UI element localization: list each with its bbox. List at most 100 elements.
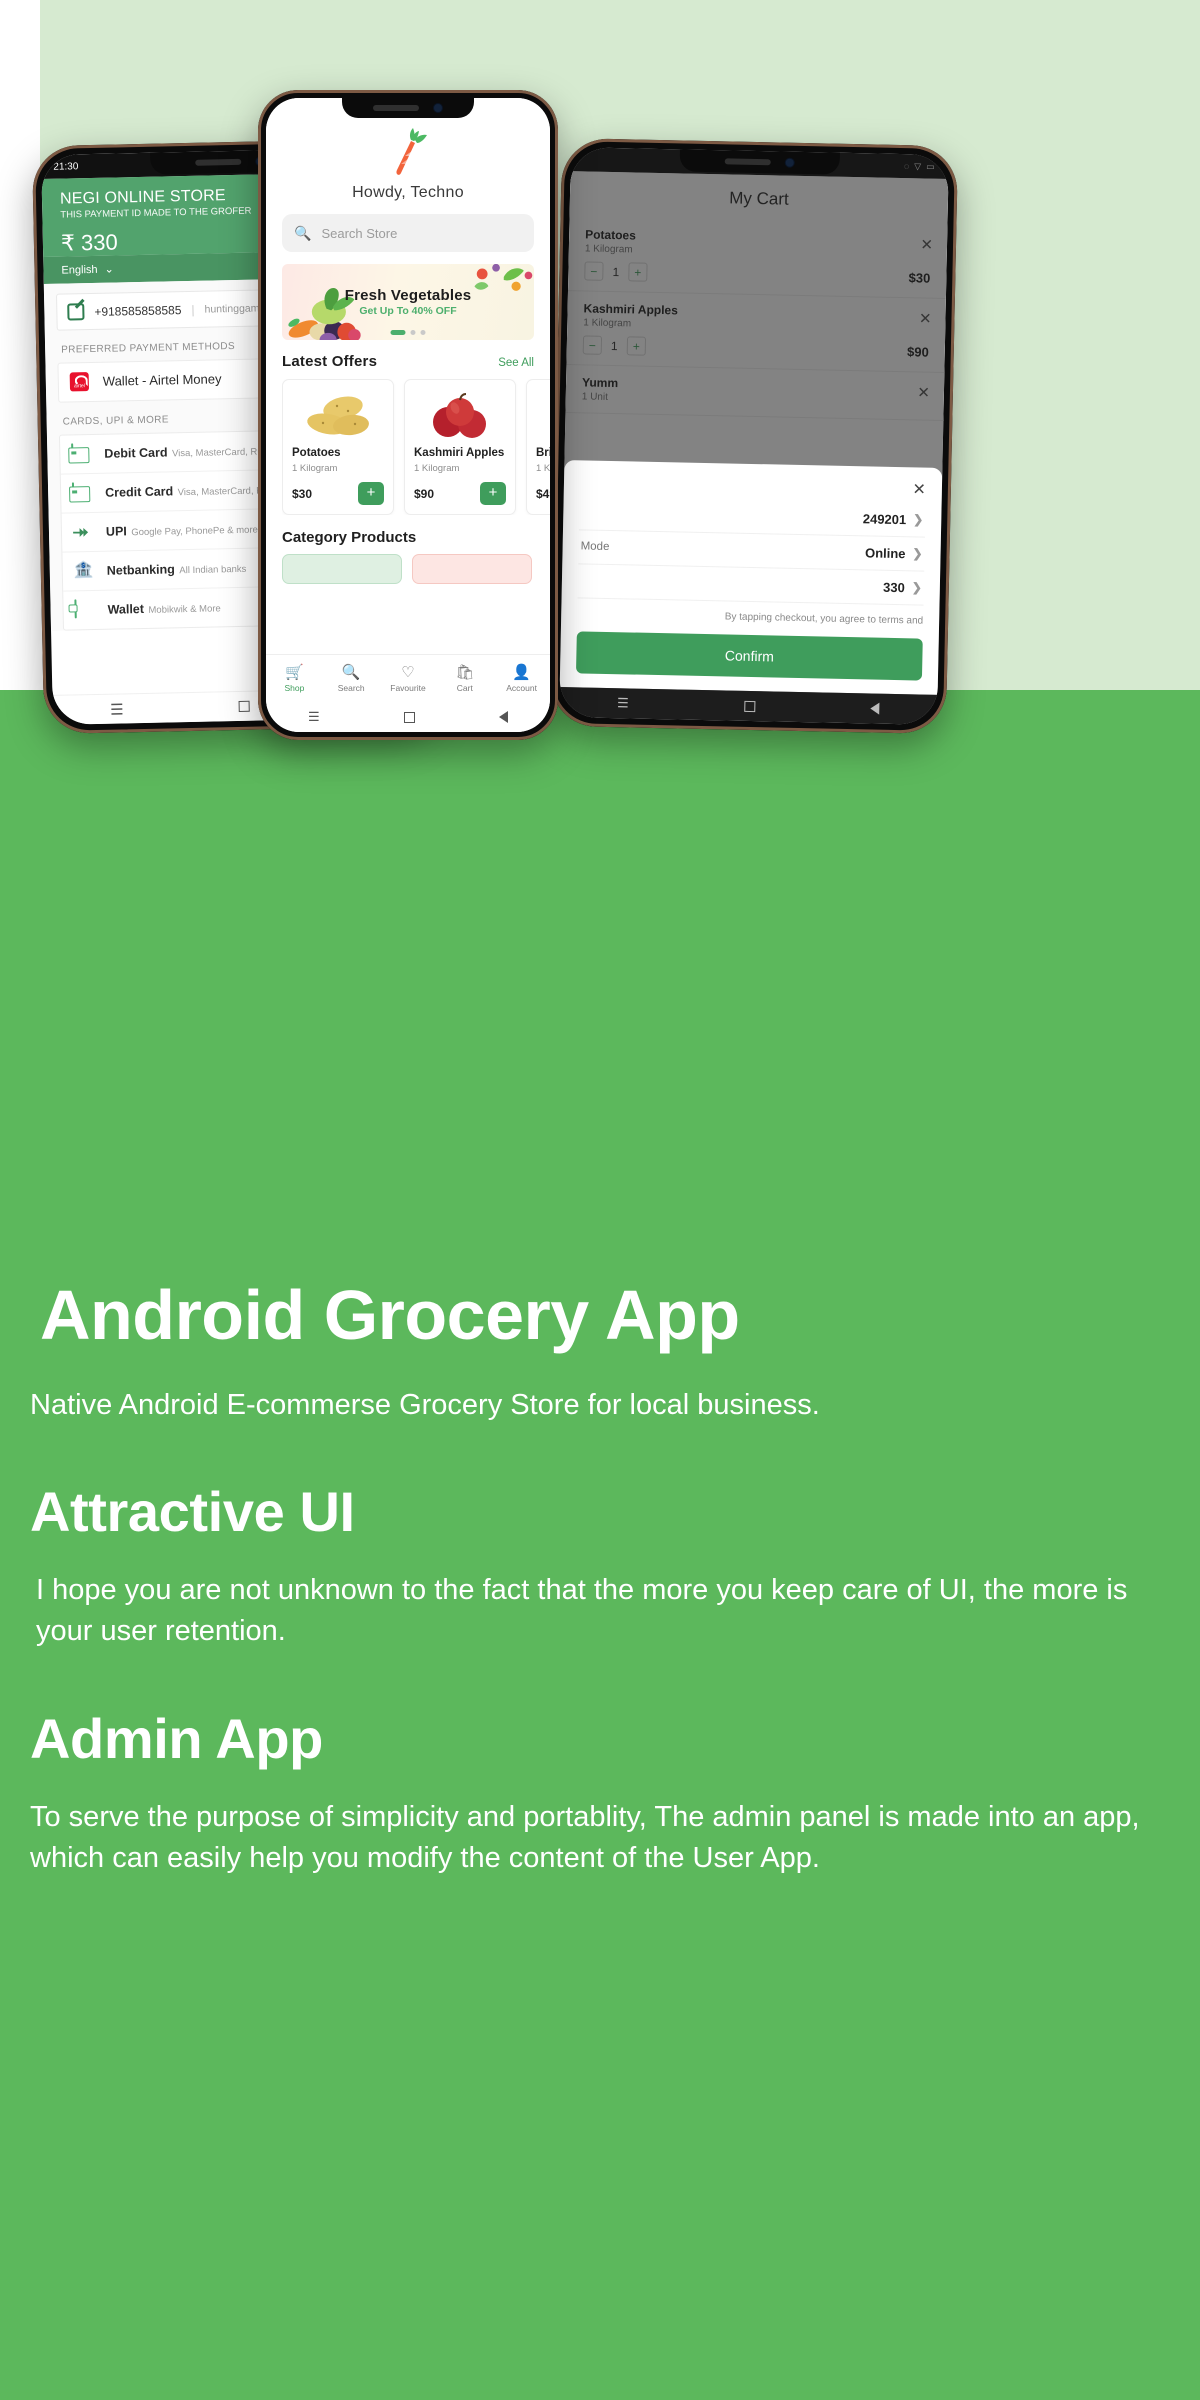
category-chips-row[interactable]: [282, 554, 550, 584]
store-phone-screen: Howdy, Techno 🔍 Search Store: [266, 98, 550, 732]
camera-icon: [785, 158, 795, 168]
banner-dot[interactable]: [421, 330, 426, 335]
checkout-row-value: 330: [883, 579, 905, 594]
nav-label: Cart: [436, 683, 493, 693]
carrot-icon: [385, 128, 431, 178]
category-chip[interactable]: [282, 554, 402, 584]
method-sub: Google Pay, PhonePe & more: [131, 525, 258, 539]
cart-phone-screen: ◌ ▽ ▭ My Cart ✕ Potatoes 1 Kilogram − 1 …: [559, 147, 949, 725]
product-name: Brinjal: [536, 446, 550, 461]
add-to-cart-button[interactable]: +: [480, 482, 506, 505]
search-placeholder: Search Store: [321, 226, 397, 241]
contact-separator: |: [191, 302, 194, 316]
speaker-icon: [373, 105, 419, 111]
method-sub: Mobikwik & More: [148, 603, 221, 616]
product-name: Kashmiri Apples: [414, 446, 506, 461]
offers-carousel[interactable]: Potatoes 1 Kilogram $30 +: [282, 379, 550, 515]
product-card[interactable]: Potatoes 1 Kilogram $30 +: [282, 379, 394, 515]
store-phone-mockup: Howdy, Techno 🔍 Search Store: [258, 90, 558, 740]
section-title-admin-app: Admin App: [30, 1706, 1170, 1771]
latest-offers-header: Latest Offers See All: [282, 353, 534, 370]
vegetables-splash-image: [466, 264, 534, 314]
method-label: Wallet: [107, 602, 144, 617]
search-icon: 🔍: [323, 664, 380, 681]
nav-item-favourite[interactable]: ♡ Favourite: [380, 664, 437, 693]
bottom-navigation: 🛒 Shop 🔍 Search ♡ Favourite 🛍 Cart 👤 Acc…: [266, 654, 550, 702]
language-label: English: [61, 263, 97, 276]
banner-dot[interactable]: [411, 330, 416, 335]
chevron-right-icon: ❯: [912, 580, 922, 594]
banner-title: Fresh Vegetables: [345, 287, 472, 304]
heart-icon: ♡: [380, 664, 437, 681]
page-title: Android Grocery App: [40, 1280, 1170, 1351]
banner-dot-active[interactable]: [391, 330, 406, 335]
product-unit: 1 Kilogram: [536, 463, 550, 474]
checkout-row-total[interactable]: 330 ❯: [578, 564, 925, 605]
back-triangle-icon[interactable]: [870, 703, 879, 715]
menu-icon[interactable]: ☰: [308, 709, 320, 725]
product-image-brinjal: [536, 388, 550, 446]
bank-icon: 🏦: [74, 561, 96, 581]
hero-green-band: [0, 690, 1200, 1160]
card-icon: [71, 444, 93, 464]
speaker-icon: [195, 159, 241, 166]
nav-item-cart[interactable]: 🛍 Cart: [436, 664, 493, 693]
marketing-section: Android Grocery App Native Android E-com…: [0, 1160, 1200, 2400]
speaker-icon: [725, 158, 771, 165]
method-label: Debit Card: [104, 445, 167, 460]
product-unit: 1 Kilogram: [414, 463, 506, 474]
product-price: $49: [536, 487, 550, 501]
edit-icon[interactable]: [67, 303, 84, 320]
product-name: Potatoes: [292, 446, 384, 461]
nav-item-search[interactable]: 🔍 Search: [323, 664, 380, 693]
chevron-right-icon: ❯: [912, 546, 922, 560]
home-square-icon[interactable]: [404, 712, 415, 723]
banner-pagination-dots[interactable]: [391, 330, 426, 335]
phone-notch: [342, 98, 474, 118]
category-chip[interactable]: [412, 554, 532, 584]
method-label: Netbanking: [107, 562, 175, 577]
confirm-button[interactable]: Confirm: [576, 631, 923, 680]
see-all-link[interactable]: See All: [498, 357, 534, 369]
checkout-terms-text: By tapping checkout, you agree to terms …: [577, 607, 923, 628]
intro-paragraph: Native Android E-commerse Grocery Store …: [30, 1385, 1170, 1426]
section-title-attractive-ui: Attractive UI: [30, 1479, 1170, 1544]
product-unit: 1 Kilogram: [292, 463, 384, 474]
cart-phone-mockup: ◌ ▽ ▭ My Cart ✕ Potatoes 1 Kilogram − 1 …: [550, 138, 958, 734]
nav-item-account[interactable]: 👤 Account: [493, 664, 550, 693]
wallet-icon: [74, 600, 96, 620]
search-input[interactable]: 🔍 Search Store: [282, 214, 534, 252]
category-products-title: Category Products: [282, 529, 534, 546]
airtel-logo-icon: airtel: [70, 372, 92, 392]
section-title: Latest Offers: [282, 353, 377, 370]
contact-phone: +918585858585: [94, 303, 181, 319]
product-card[interactable]: Kashmiri Apples 1 Kilogram $90 +: [404, 379, 516, 515]
home-square-icon[interactable]: [744, 700, 755, 711]
menu-icon[interactable]: ☰: [110, 700, 124, 718]
nav-label: Search: [323, 683, 380, 693]
close-sheet-icon[interactable]: ✕: [580, 472, 926, 499]
product-price: $30: [292, 487, 312, 501]
greeting-text: Howdy, Techno: [266, 184, 550, 202]
nav-label: Favourite: [380, 683, 437, 693]
method-label: Credit Card: [105, 484, 173, 499]
product-image-apples: [414, 388, 506, 446]
promo-banner[interactable]: Fresh Vegetables Get Up To 40% OFF: [282, 264, 534, 340]
chevron-right-icon: ❯: [913, 512, 923, 526]
add-to-cart-button[interactable]: +: [358, 482, 384, 505]
product-image-potatoes: [292, 388, 384, 446]
checkout-row-value: Online: [865, 545, 906, 561]
phone-notch: [680, 149, 840, 174]
person-icon: 👤: [493, 664, 550, 681]
upi-icon: ⯮: [73, 522, 95, 542]
nav-item-shop[interactable]: 🛒 Shop: [266, 664, 323, 693]
back-triangle-icon[interactable]: [499, 711, 508, 723]
nav-label: Account: [493, 683, 550, 693]
checkout-row-label: Mode: [581, 540, 610, 553]
nav-label: Shop: [266, 683, 323, 693]
banner-subtitle: Get Up To 40% OFF: [359, 305, 456, 317]
home-square-icon[interactable]: [238, 701, 249, 712]
product-card[interactable]: Brinjal 1 Kilogram $49 +: [526, 379, 550, 515]
menu-icon[interactable]: ☰: [617, 695, 629, 711]
cart-icon: 🛍: [436, 664, 493, 681]
